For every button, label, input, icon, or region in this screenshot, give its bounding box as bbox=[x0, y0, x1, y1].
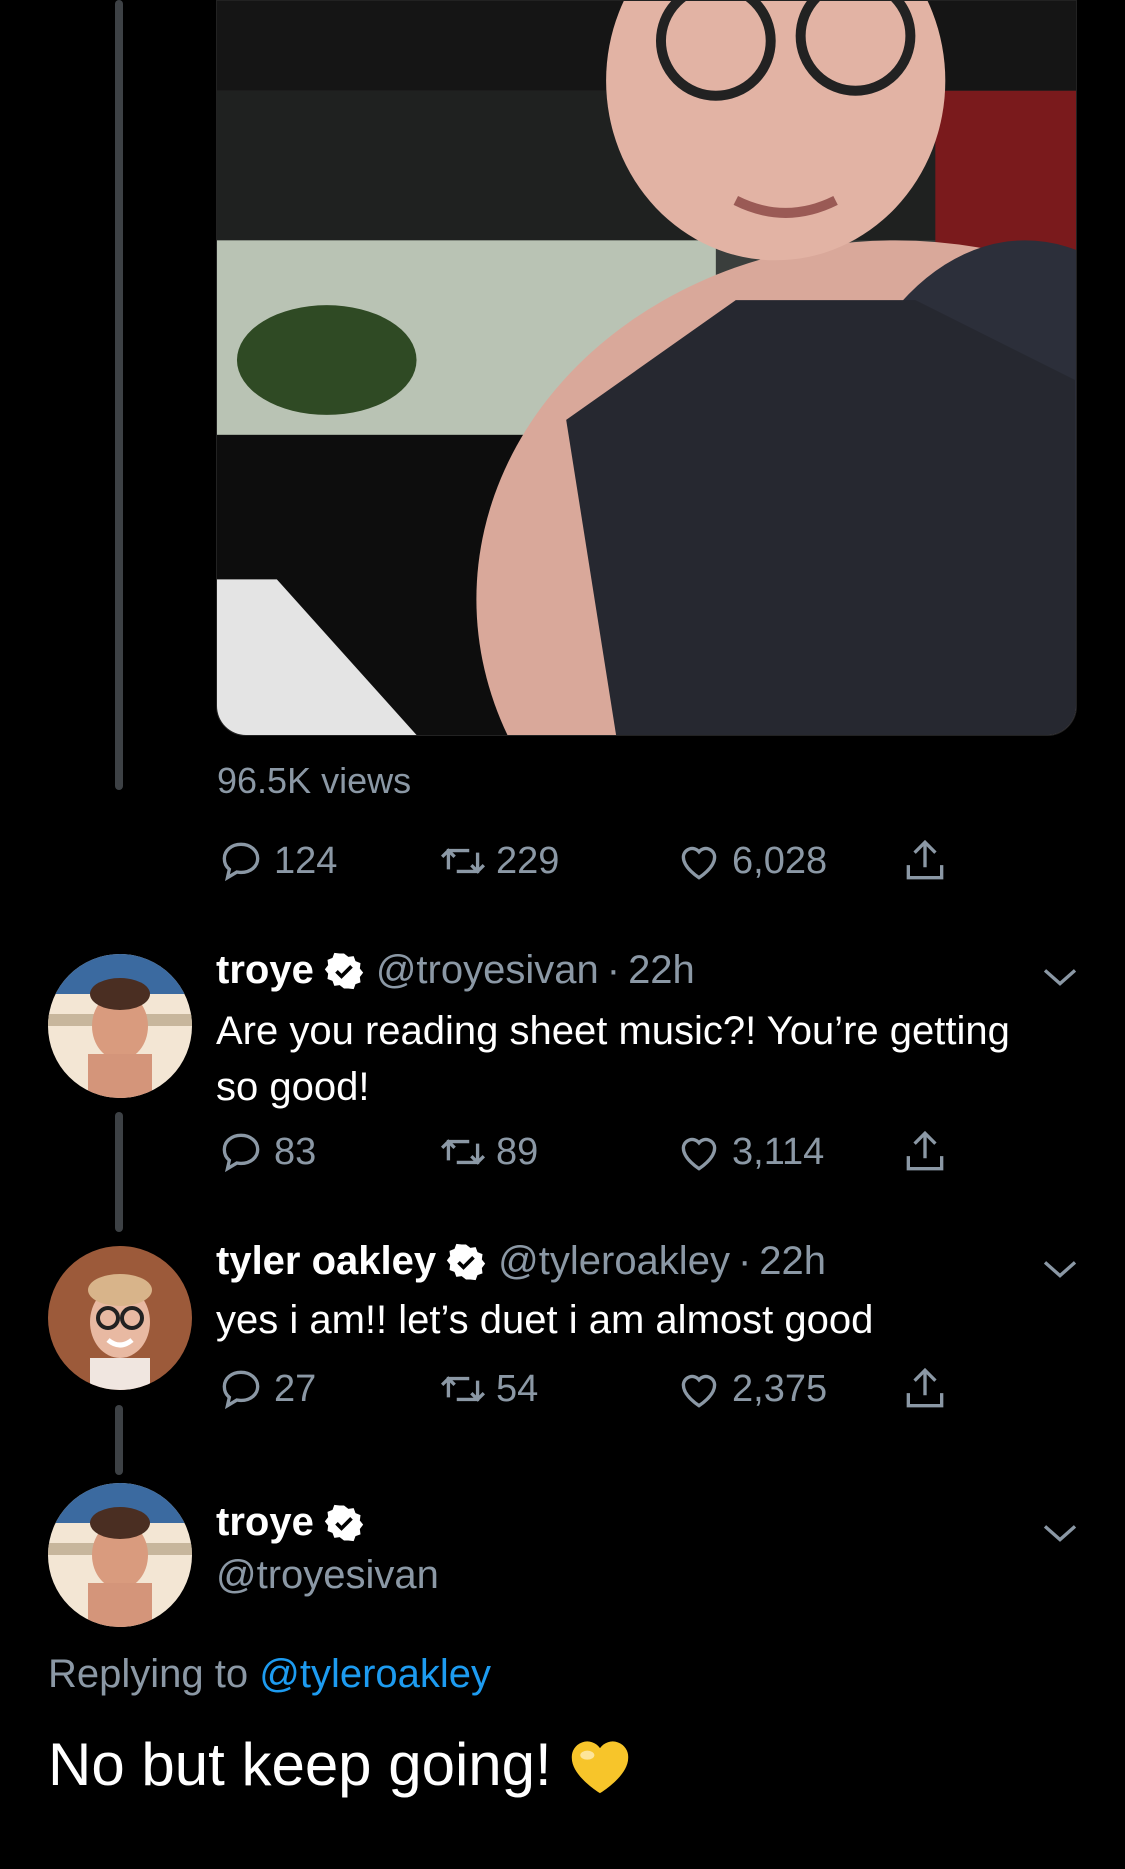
verified-badge-icon bbox=[324, 952, 363, 989]
share-button[interactable] bbox=[900, 836, 950, 886]
troye-avatar-image bbox=[48, 1483, 192, 1627]
first-tweet-actions: 124 229 6,028 bbox=[216, 836, 976, 896]
reply-count: 27 bbox=[274, 1367, 317, 1410]
retweet-button[interactable]: 89 bbox=[438, 1127, 538, 1177]
reply-button[interactable]: 124 bbox=[216, 836, 337, 886]
like-button[interactable]: 6,028 bbox=[674, 836, 827, 886]
like-icon bbox=[681, 1137, 717, 1171]
tyler-avatar-image bbox=[48, 1246, 192, 1390]
retweet-count: 89 bbox=[496, 1130, 539, 1173]
like-button[interactable]: 3,114 bbox=[674, 1127, 824, 1177]
main-display-name[interactable]: troye bbox=[216, 1500, 314, 1545]
like-count: 3,114 bbox=[732, 1130, 825, 1173]
video-media[interactable] bbox=[216, 0, 1077, 736]
reply-count: 124 bbox=[274, 839, 338, 882]
reply2-handle[interactable]: @tyleroakley bbox=[498, 1239, 730, 1284]
reply2-display-name[interactable]: tyler oakley bbox=[216, 1239, 436, 1284]
video-thumbnail bbox=[217, 1, 1076, 735]
reply1-text: Are you reading sheet music?! You’re get… bbox=[216, 1009, 1010, 1109]
retweet-icon bbox=[440, 1376, 486, 1402]
chevron-down-icon[interactable] bbox=[1040, 1254, 1080, 1284]
retweet-count: 229 bbox=[496, 839, 560, 882]
reply1-timestamp: 22h bbox=[628, 948, 695, 992]
retweet-icon bbox=[440, 848, 486, 874]
share-button[interactable] bbox=[900, 1127, 950, 1177]
like-icon bbox=[681, 1374, 717, 1408]
retweet-button[interactable]: 229 bbox=[438, 836, 559, 886]
thread-line-low bbox=[115, 1405, 123, 1475]
reply-icon bbox=[222, 842, 260, 882]
thread-line-mid bbox=[115, 1112, 123, 1232]
reply2-header: tyler oakley @tyleroakley · 22h bbox=[216, 1239, 826, 1284]
reply1-separator: · bbox=[606, 948, 621, 992]
share-icon bbox=[906, 839, 944, 880]
verified-badge-icon bbox=[446, 1243, 486, 1280]
reply2-separator: · bbox=[737, 1239, 752, 1283]
like-button[interactable]: 2,375 bbox=[674, 1364, 827, 1414]
avatar-troye[interactable] bbox=[48, 954, 192, 1098]
replying-to-line: Replying to @tyleroakley bbox=[48, 1652, 491, 1697]
retweet-icon bbox=[440, 1139, 486, 1165]
replying-prefix: Replying to bbox=[48, 1652, 249, 1696]
reply1-handle[interactable]: @troyesivan bbox=[376, 948, 599, 993]
reply1-actions: 83 89 3,114 bbox=[216, 1127, 976, 1187]
main-handle[interactable]: @troyesivan bbox=[216, 1553, 439, 1598]
verified-badge-icon bbox=[324, 1504, 363, 1541]
troye-avatar-image bbox=[48, 954, 192, 1098]
reply2-timestamp: 22h bbox=[759, 1239, 827, 1283]
main-tweet-body: No but keep going! bbox=[48, 1731, 552, 1798]
reply1-header: troye @troyesivan · 22h bbox=[216, 948, 695, 993]
share-button[interactable] bbox=[900, 1364, 950, 1414]
like-count: 6,028 bbox=[732, 839, 828, 882]
avatar-troye-main[interactable] bbox=[48, 1483, 192, 1627]
reply2-text: yes i am!! let’s duet i am almost good bbox=[216, 1298, 874, 1342]
chevron-down-icon[interactable] bbox=[1040, 962, 1080, 992]
reply-icon bbox=[222, 1370, 260, 1410]
reply1-display-name[interactable]: troye bbox=[216, 948, 314, 993]
like-icon bbox=[681, 846, 717, 880]
reply2-actions: 27 54 2,375 bbox=[216, 1364, 976, 1424]
retweet-button[interactable]: 54 bbox=[438, 1364, 538, 1414]
view-count: 96.5K views bbox=[217, 760, 412, 801]
reply-button[interactable]: 27 bbox=[216, 1364, 316, 1414]
reply-icon bbox=[222, 1133, 260, 1173]
thread-line-top bbox=[115, 0, 123, 790]
reply-button[interactable]: 83 bbox=[216, 1127, 316, 1177]
reply-count: 83 bbox=[274, 1130, 317, 1173]
yellow-heart-emoji bbox=[571, 1740, 628, 1793]
replying-mention-link[interactable]: @tyleroakley bbox=[259, 1652, 491, 1696]
main-tweet-header: troye bbox=[216, 1500, 376, 1545]
retweet-count: 54 bbox=[496, 1367, 539, 1410]
share-icon bbox=[906, 1367, 944, 1408]
avatar-tyler[interactable] bbox=[48, 1246, 192, 1390]
chevron-down-icon[interactable] bbox=[1040, 1518, 1080, 1548]
main-tweet-text: No but keep going! bbox=[48, 1730, 634, 1799]
like-count: 2,375 bbox=[732, 1367, 828, 1410]
share-icon bbox=[906, 1130, 944, 1171]
